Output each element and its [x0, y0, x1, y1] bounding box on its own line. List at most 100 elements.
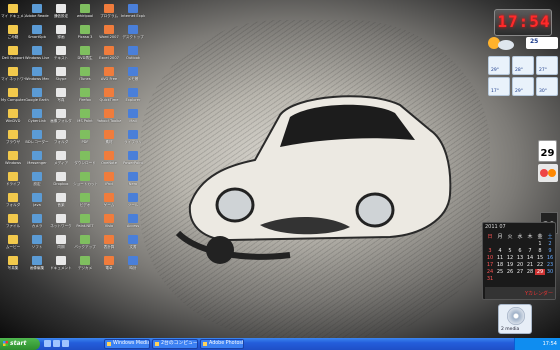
- forecast-tile[interactable]: 29°: [488, 56, 510, 75]
- calendar-day[interactable]: 18: [495, 262, 505, 268]
- desktop-icon[interactable]: [53, 340, 60, 347]
- desktop-icon[interactable]: 電卓: [97, 256, 121, 276]
- calendar-day[interactable]: 29: [535, 269, 545, 275]
- desktop-icon[interactable]: OneNote: [97, 151, 121, 171]
- desktop-icon[interactable]: Word 2007: [97, 25, 121, 45]
- desktop-icon[interactable]: ソフト: [25, 235, 49, 255]
- desktop-icon[interactable]: Outlook: [121, 46, 145, 66]
- calendar-day[interactable]: 27: [515, 269, 525, 275]
- calendar-day[interactable]: [495, 241, 505, 247]
- desktop-icon[interactable]: Java: [25, 193, 49, 213]
- calendar-day[interactable]: 6: [515, 248, 525, 254]
- desktop-icon[interactable]: AVG Free: [97, 67, 121, 87]
- calendar-day[interactable]: 31: [485, 276, 495, 282]
- weather-icon-gadget[interactable]: [538, 164, 558, 182]
- taskbar-button-photoshop[interactable]: Adobe Photoshop: [200, 339, 244, 349]
- forecast-tile[interactable]: 29°: [512, 77, 534, 96]
- calendar-day[interactable]: 12: [505, 255, 515, 261]
- calendar-day[interactable]: 16: [545, 255, 555, 261]
- calendar-gadget[interactable]: 2011 07 日月火水木金土 1 2 3 4 5 6 7 8 9 10 11 12 13 14 15 16 17…: [482, 222, 556, 300]
- desktop-icon[interactable]: ライブラリ: [121, 130, 145, 150]
- desktop-icon[interactable]: whirlpool: [73, 4, 97, 24]
- desktop-icon[interactable]: Windows: [1, 151, 25, 171]
- calendar-day[interactable]: 20: [515, 262, 525, 268]
- calendar-day[interactable]: [485, 241, 495, 247]
- calendar-day[interactable]: 17: [485, 262, 495, 268]
- desktop-icon[interactable]: ビデオ: [73, 193, 97, 213]
- desktop-icon[interactable]: PDF: [73, 130, 97, 150]
- forecast-tile[interactable]: 27°: [536, 56, 558, 75]
- calendar-day[interactable]: 10: [485, 255, 495, 261]
- desktop-icon[interactable]: 表計算: [97, 235, 121, 255]
- calendar-day[interactable]: 4: [495, 248, 505, 254]
- desktop-icon[interactable]: Excel 2007: [97, 46, 121, 66]
- desktop-icon[interactable]: ツール: [121, 193, 145, 213]
- calendar-day[interactable]: [505, 241, 515, 247]
- desktop-icon[interactable]: Messenger: [25, 151, 49, 171]
- calendar-day[interactable]: 30: [545, 269, 555, 275]
- desktop-icon[interactable]: Visio: [97, 214, 121, 234]
- calendar-day[interactable]: [515, 241, 525, 247]
- desktop-icon[interactable]: 素材: [97, 130, 121, 150]
- desktop-icon[interactable]: BDレコーダー: [25, 130, 49, 150]
- desktop-icon[interactable]: Yahoo! Toolbar: [97, 109, 121, 129]
- desktop-icon[interactable]: SmartSpb: [25, 25, 49, 45]
- desktop-icon[interactable]: Picasa 3: [73, 25, 97, 45]
- calendar-day[interactable]: [525, 241, 535, 247]
- desktop-icon[interactable]: QuickTime: [97, 88, 121, 108]
- desktop-icon[interactable]: マイ ネットワーク: [1, 67, 25, 87]
- forecast-tile[interactable]: 17°: [488, 77, 510, 96]
- desktop-icon[interactable]: iTunes: [73, 67, 97, 87]
- desktop-icon[interactable]: ドライブ: [1, 172, 25, 192]
- desktop-icon[interactable]: Firefox: [73, 88, 97, 108]
- desktop-icon[interactable]: ショートカット: [73, 172, 97, 192]
- calendar-day[interactable]: 8: [535, 248, 545, 254]
- desktop-icon[interactable]: MS Paint: [73, 109, 97, 129]
- desktop-icon[interactable]: デジカメ: [73, 256, 97, 276]
- small-calendar-gadget[interactable]: 29: [538, 140, 557, 162]
- desktop-icon[interactable]: Access: [121, 214, 145, 234]
- desktop-icon[interactable]: 画像編集: [25, 256, 49, 276]
- desktop-icon[interactable]: 設定: [25, 172, 49, 192]
- forecast-tile[interactable]: 28°: [512, 56, 534, 75]
- desktop-icon[interactable]: Windows Live: [25, 46, 49, 66]
- calendar-day[interactable]: 7: [525, 248, 535, 254]
- desktop-icon[interactable]: 画像フォルダ: [49, 109, 73, 129]
- desktop-icon[interactable]: Nero: [121, 172, 145, 192]
- calendar-day[interactable]: 24: [485, 269, 495, 275]
- calendar-day[interactable]: 26: [505, 269, 515, 275]
- desktop-icon[interactable]: ダウンロード: [73, 151, 97, 171]
- forecast-tile[interactable]: 30°: [536, 77, 558, 96]
- desktop-icon[interactable]: 同期: [49, 235, 73, 255]
- desktop-icon[interactable]: 写真集: [1, 256, 25, 276]
- media-gadget[interactable]: 2 media: [498, 304, 532, 334]
- desktop-icon[interactable]: ファイル: [1, 214, 25, 234]
- desktop-icon[interactable]: 写真: [49, 88, 73, 108]
- calendar-day[interactable]: 5: [505, 248, 515, 254]
- desktop-icon[interactable]: Internet Explorer: [121, 4, 145, 24]
- desktop-icon[interactable]: Windows Media Player: [25, 67, 49, 87]
- desktop-icon[interactable]: Paint.NET: [73, 214, 97, 234]
- calendar-day[interactable]: 2: [545, 241, 555, 247]
- calendar-day[interactable]: 15: [535, 255, 545, 261]
- media-icon[interactable]: [62, 340, 69, 347]
- desktop-icon[interactable]: ブラウザ: [1, 130, 25, 150]
- desktop-icon[interactable]: CyberLink: [25, 109, 49, 129]
- calendar-day[interactable]: 13: [515, 255, 525, 261]
- desktop-icon[interactable]: Explorer: [121, 88, 145, 108]
- desktop-icon[interactable]: PowerPoint: [121, 151, 145, 171]
- desktop-icon[interactable]: Mail: [121, 109, 145, 129]
- calendar-day[interactable]: 28: [525, 269, 535, 275]
- desktop-icon[interactable]: メディア: [49, 151, 73, 171]
- desktop-icon[interactable]: バックアップ: [73, 235, 97, 255]
- tray-clock[interactable]: 17:54: [543, 341, 557, 347]
- calendar-day[interactable]: 3: [485, 248, 495, 254]
- desktop-icon[interactable]: カメラ: [25, 214, 49, 234]
- desktop-icon[interactable]: Google Earth: [25, 88, 49, 108]
- desktop-icon[interactable]: ゲーム: [97, 193, 121, 213]
- desktop-icon[interactable]: DVD再生: [73, 46, 97, 66]
- desktop-icon[interactable]: ドキュメント: [49, 256, 73, 276]
- desktop-icon[interactable]: WinDVD: [1, 109, 25, 129]
- calendar-day[interactable]: 11: [495, 255, 505, 261]
- calendar-day[interactable]: 1: [535, 241, 545, 247]
